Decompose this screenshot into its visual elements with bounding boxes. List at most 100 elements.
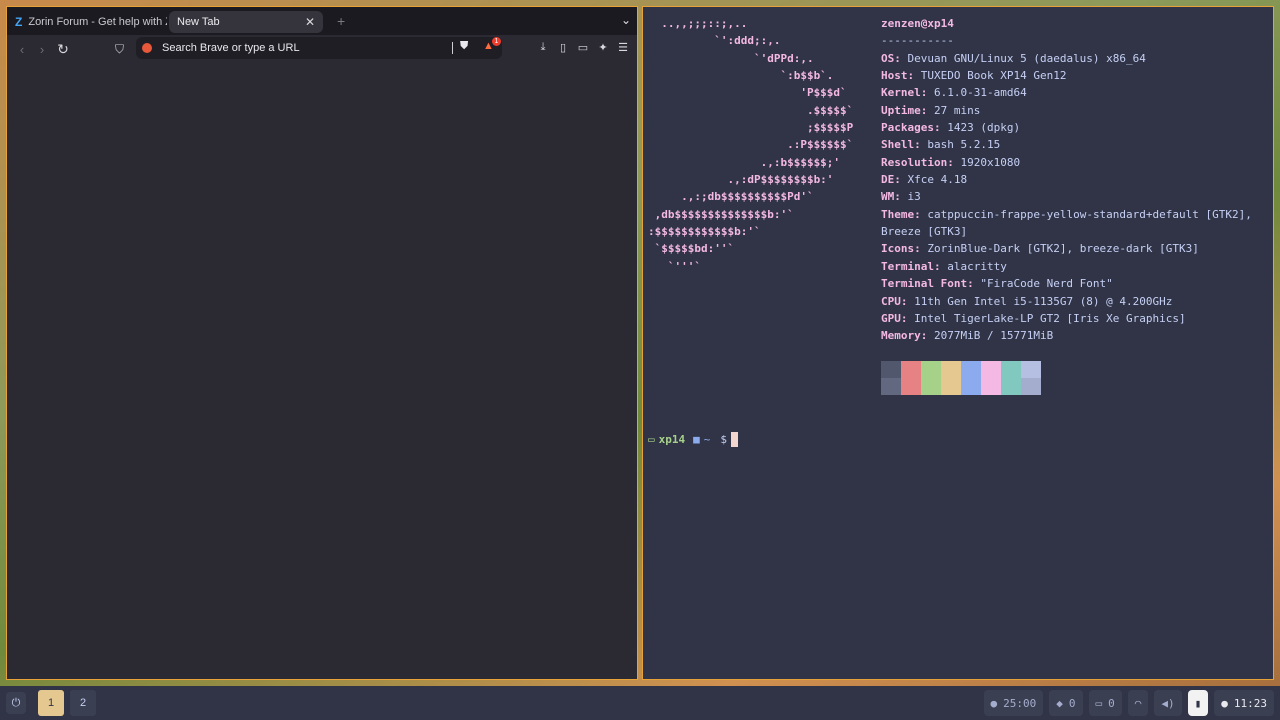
monitor-icon: ▭ bbox=[1095, 696, 1103, 710]
power-icon[interactable]: ⏻ bbox=[6, 692, 26, 714]
palette-swatch bbox=[941, 361, 961, 395]
docker-status[interactable]: ◆ 0 bbox=[1049, 690, 1083, 716]
forward-icon[interactable]: › bbox=[32, 42, 52, 57]
info-de: DE: Xfce 4.18 bbox=[881, 173, 968, 187]
zorin-icon: Z bbox=[15, 15, 23, 29]
palette-color bbox=[941, 378, 961, 395]
back-icon[interactable]: ‹ bbox=[12, 42, 32, 57]
palette-color bbox=[1021, 378, 1041, 395]
clock-icon: ● bbox=[1221, 696, 1228, 710]
palette-color bbox=[961, 378, 981, 395]
shell-prompt[interactable]: ▭ xp14 ■ ~ $ bbox=[648, 432, 738, 447]
chevron-down-icon[interactable]: ⌄ bbox=[621, 13, 631, 27]
laptop-icon: ▭ bbox=[648, 433, 655, 446]
tab-label: Zorin Forum - Get help with Zorin OS bbox=[28, 16, 167, 28]
info-gpu: GPU: Intel TigerLake-LP GT2 [Iris Xe Gra… bbox=[881, 311, 1186, 325]
info-terminal: Terminal: alacritty bbox=[881, 259, 1007, 273]
info-icons: Icons: ZorinBlue-Dark [GTK2], breeze-dar… bbox=[881, 242, 1199, 256]
info-memory: Memory: 2077MiB / 15771MiB bbox=[881, 329, 1054, 343]
close-icon[interactable]: ✕ bbox=[305, 15, 315, 29]
palette-swatch bbox=[1021, 361, 1041, 395]
neofetch-info: zenzen@xp14 ----------- OS: Devuan GNU/L… bbox=[881, 15, 1271, 345]
palette-color bbox=[961, 361, 981, 378]
palette-color bbox=[1001, 378, 1021, 395]
info-theme: Theme: catppuccin-frappe-yellow-standard… bbox=[881, 207, 1252, 239]
palette-swatch bbox=[1001, 361, 1021, 395]
info-separator: ----------- bbox=[881, 34, 954, 48]
folder-icon: ■ bbox=[693, 433, 700, 446]
color-palette bbox=[881, 361, 1041, 395]
tab-zorin-forum[interactable]: Z Zorin Forum - Get help with Zorin OS bbox=[7, 11, 167, 33]
palette-color bbox=[901, 378, 921, 395]
battery-icon: ▮ bbox=[1194, 696, 1202, 710]
info-uptime: Uptime: 27 mins bbox=[881, 103, 981, 117]
palette-color bbox=[921, 378, 941, 395]
docker-count: 0 bbox=[1068, 696, 1076, 710]
tab-bar: Z Zorin Forum - Get help with Zorin OS N… bbox=[7, 7, 637, 35]
info-shell: Shell: bash 5.2.15 bbox=[881, 138, 1001, 152]
workspace-1[interactable]: 1 bbox=[38, 690, 64, 716]
info-cpu: CPU: 11th Gen Intel i5-1135G7 (8) @ 4.20… bbox=[881, 294, 1173, 308]
wifi-button[interactable]: ◠ bbox=[1127, 690, 1149, 716]
pomodoro-value: 25:00 bbox=[1003, 696, 1037, 710]
palette-color bbox=[881, 361, 901, 378]
tab-label: New Tab bbox=[177, 16, 220, 28]
prompt-host: xp14 bbox=[658, 433, 686, 446]
palette-swatch bbox=[961, 361, 981, 395]
text-cursor bbox=[731, 432, 738, 447]
info-resolution: Resolution: 1920x1080 bbox=[881, 155, 1021, 169]
palette-color bbox=[981, 361, 1001, 378]
info-host: Host: TUXEDO Book XP14 Gen12 bbox=[881, 69, 1067, 83]
browser-window: Z Zorin Forum - Get help with Zorin OS N… bbox=[6, 6, 638, 680]
bookmark-icon[interactable]: ⛉ bbox=[115, 42, 124, 57]
palette-color bbox=[1021, 361, 1041, 378]
brave-shield-icon[interactable]: ⛊ bbox=[460, 40, 468, 53]
new-tab-plus-icon[interactable]: + bbox=[337, 13, 345, 29]
wallet-icon[interactable]: ▭ bbox=[577, 41, 589, 54]
workspace-2[interactable]: 2 bbox=[70, 690, 96, 716]
prompt-symbol: $ bbox=[720, 433, 727, 446]
leo-ai-icon[interactable]: ✦ bbox=[597, 41, 609, 54]
palette-color bbox=[941, 361, 961, 378]
palette-color bbox=[921, 361, 941, 378]
toolbar: ‹ › ↻ ⛉ Search Brave or type a URL ⛊ ▲ 1… bbox=[7, 35, 637, 63]
battery-button[interactable]: ▮ bbox=[1187, 690, 1209, 716]
url-bar[interactable]: Search Brave or type a URL ⛊ ▲ 1 bbox=[136, 37, 502, 59]
url-placeholder: Search Brave or type a URL bbox=[162, 42, 300, 54]
system-tray: ● 25:00 ◆ 0 ▭ 0 ◠ ◀) ▮ ● 11:23 bbox=[983, 690, 1274, 716]
info-kernel: Kernel: 6.1.0-31-amd64 bbox=[881, 86, 1027, 100]
info-packages: Packages: 1423 (dpkg) bbox=[881, 121, 1021, 135]
palette-color bbox=[901, 361, 921, 378]
palette-swatch bbox=[921, 361, 941, 395]
palette-swatch bbox=[881, 361, 901, 395]
prompt-dir: ~ bbox=[703, 433, 711, 446]
palette-color bbox=[981, 378, 1001, 395]
info-wm: WM: i3 bbox=[881, 190, 921, 204]
menu-icon[interactable]: ☰ bbox=[617, 41, 629, 54]
distro-ascii-logo: ..,,;;;::;,.. `':ddd;:,. `'dPPd:,. `:b$$… bbox=[648, 17, 854, 273]
terminal-window[interactable]: ..,,;;;::;,.. `':ddd;:,. `'dPPd:,. `:b$$… bbox=[642, 6, 1274, 680]
volume-button[interactable]: ◀) bbox=[1154, 690, 1182, 716]
user-host: zenzen@xp14 bbox=[881, 17, 954, 30]
reload-icon[interactable]: ↻ bbox=[52, 41, 74, 58]
status-bar: ⏻ 1 2 ● 25:00 ◆ 0 ▭ 0 ◠ ◀) ▮ ● 11:23 bbox=[0, 686, 1280, 720]
sidebar-icon[interactable]: ▯ bbox=[557, 41, 569, 54]
download-icon[interactable]: ⤓ bbox=[537, 41, 549, 54]
timer-icon: ● bbox=[990, 696, 998, 710]
pomodoro-timer[interactable]: ● 25:00 bbox=[983, 690, 1044, 716]
url-separator bbox=[452, 42, 453, 54]
palette-swatch bbox=[981, 361, 1001, 395]
clock-time: 11:23 bbox=[1233, 696, 1267, 710]
rewards-badge: 1 bbox=[492, 37, 501, 46]
docker-icon: ◆ bbox=[1056, 696, 1063, 710]
volume-icon: ◀) bbox=[1161, 696, 1175, 710]
info-os: OS: Devuan GNU/Linux 5 (daedalus) x86_64 bbox=[881, 51, 1146, 65]
info-terminal-font: Terminal Font: "FiraCode Nerd Font" bbox=[881, 277, 1113, 291]
clock[interactable]: ● 11:23 bbox=[1214, 690, 1274, 716]
display-status[interactable]: ▭ 0 bbox=[1088, 690, 1122, 716]
tab-new-tab[interactable]: New Tab ✕ bbox=[169, 11, 323, 33]
palette-swatch bbox=[901, 361, 921, 395]
palette-color bbox=[1001, 361, 1021, 378]
palette-color bbox=[881, 378, 901, 395]
wifi-icon: ◠ bbox=[1134, 696, 1142, 710]
